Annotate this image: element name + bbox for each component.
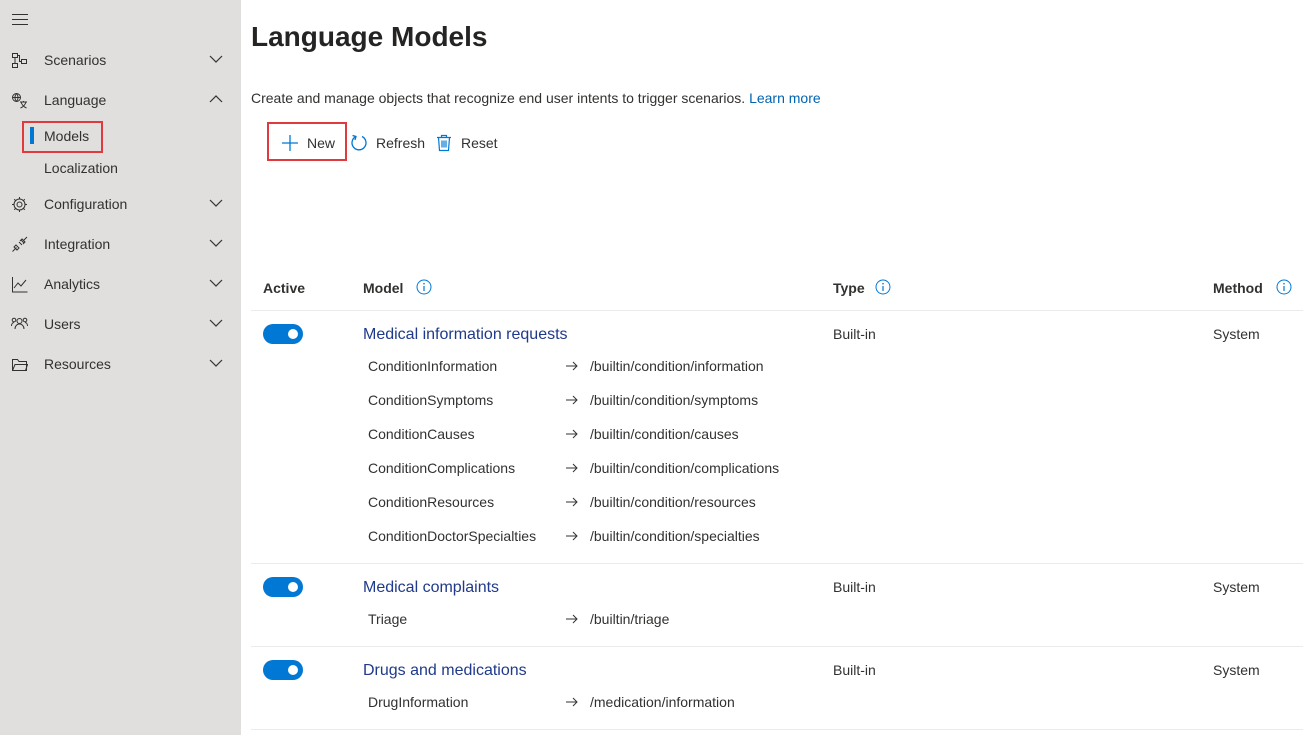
active-toggle[interactable] (263, 660, 303, 680)
arrow-right-icon (566, 429, 578, 439)
model-method: System (1213, 326, 1260, 342)
chevron-down-icon (209, 55, 223, 63)
chart-icon (12, 277, 28, 293)
arrow-right-icon (566, 463, 578, 473)
sidebar-item-label: Scenarios (44, 52, 107, 68)
sidebar-item-label: Language (44, 92, 107, 108)
intent-name: ConditionComplications (368, 460, 516, 476)
intent-name: ConditionDoctorSpecialties (368, 528, 537, 544)
users-icon (11, 317, 28, 330)
plug-icon (12, 236, 28, 252)
chevron-down-icon (209, 199, 223, 207)
highlight-box-models (22, 121, 103, 153)
column-header-type[interactable]: Type (833, 280, 865, 296)
sidebar-item-scenarios[interactable]: Scenarios (0, 40, 241, 80)
folder-icon (12, 359, 28, 371)
model-name-link[interactable]: Drugs and medications (363, 662, 527, 680)
model-type: Built-in (833, 326, 876, 342)
page-title: Language Models (251, 21, 488, 52)
column-header-model[interactable]: Model (363, 280, 403, 296)
intent-route: /builtin/condition/causes (590, 426, 739, 442)
sidebar-subitem-localization[interactable]: Localization (0, 152, 241, 184)
row-divider (251, 563, 1303, 564)
chevron-up-icon (209, 95, 223, 103)
language-icon (12, 93, 27, 109)
model-name-link[interactable]: Medical complaints (363, 579, 499, 597)
page-description: Create and manage objects that recognize… (251, 90, 821, 106)
arrow-right-icon (566, 614, 578, 624)
arrow-right-icon (566, 497, 578, 507)
sidebar-item-analytics[interactable]: Analytics (0, 264, 241, 304)
highlight-box-new (267, 122, 347, 161)
reset-button-label: Reset (461, 135, 498, 151)
sidebar-subitem-label: Localization (44, 160, 118, 176)
active-toggle[interactable] (263, 577, 303, 597)
gear-icon (12, 197, 27, 212)
sidebar-item-label: Users (44, 316, 81, 332)
sidebar-item-configuration[interactable]: Configuration (0, 184, 241, 224)
arrow-right-icon (566, 361, 578, 371)
sidebar-item-integration[interactable]: Integration (0, 224, 241, 264)
info-icon[interactable] (416, 279, 432, 295)
sidebar-item-label: Configuration (44, 196, 128, 212)
intent-route: /medication/information (590, 694, 735, 710)
intent-name: ConditionSymptoms (368, 392, 494, 408)
trash-icon (437, 134, 451, 152)
intent-name: ConditionResources (368, 494, 495, 510)
arrow-right-icon (566, 697, 578, 707)
hamburger-menu-icon[interactable] (12, 14, 28, 26)
description-text: Create and manage objects that recognize… (251, 90, 746, 106)
sidebar-item-users[interactable]: Users (0, 304, 241, 344)
flow-icon (12, 53, 27, 68)
sidebar-item-label: Resources (44, 356, 111, 372)
active-toggle[interactable] (263, 324, 303, 344)
intent-route: /builtin/triage (590, 611, 670, 627)
header-divider (251, 310, 1303, 311)
sidebar: Scenarios Language Models Localization C… (0, 0, 241, 735)
sidebar-item-language[interactable]: Language (0, 80, 241, 120)
chevron-down-icon (209, 319, 223, 327)
intent-name: Triage (368, 611, 408, 627)
learn-more-link[interactable]: Learn more (749, 90, 821, 106)
model-method: System (1213, 579, 1260, 595)
chevron-down-icon (209, 239, 223, 247)
main-content: Language Models Create and manage object… (241, 0, 1303, 735)
refresh-button-label: Refresh (376, 135, 426, 151)
refresh-button[interactable]: Refresh (350, 130, 426, 156)
row-divider (251, 646, 1303, 647)
intent-route: /builtin/condition/specialties (590, 528, 760, 544)
intent-name: DrugInformation (368, 694, 469, 710)
arrow-right-icon (566, 395, 578, 405)
refresh-icon (351, 134, 367, 151)
intent-name: ConditionInformation (368, 358, 498, 374)
intent-name: ConditionCauses (368, 426, 475, 442)
reset-button[interactable]: Reset (435, 130, 498, 156)
sidebar-item-label: Analytics (44, 276, 101, 292)
info-icon[interactable] (1276, 279, 1292, 295)
column-header-method[interactable]: Method (1213, 280, 1263, 296)
sidebar-item-label: Integration (44, 236, 111, 252)
model-type: Built-in (833, 662, 876, 678)
info-icon[interactable] (875, 279, 891, 295)
sidebar-item-resources[interactable]: Resources (0, 344, 241, 384)
model-method: System (1213, 662, 1260, 678)
chevron-down-icon (209, 279, 223, 287)
intent-route: /builtin/condition/complications (590, 460, 780, 476)
row-divider (251, 729, 1303, 730)
column-header-active[interactable]: Active (263, 280, 305, 296)
model-name-link[interactable]: Medical information requests (363, 326, 568, 344)
intent-route: /builtin/condition/symptoms (590, 392, 759, 408)
arrow-right-icon (566, 531, 578, 541)
intent-route: /builtin/condition/resources (590, 494, 756, 510)
chevron-down-icon (209, 359, 223, 367)
model-type: Built-in (833, 579, 876, 595)
intent-route: /builtin/condition/information (590, 358, 764, 374)
